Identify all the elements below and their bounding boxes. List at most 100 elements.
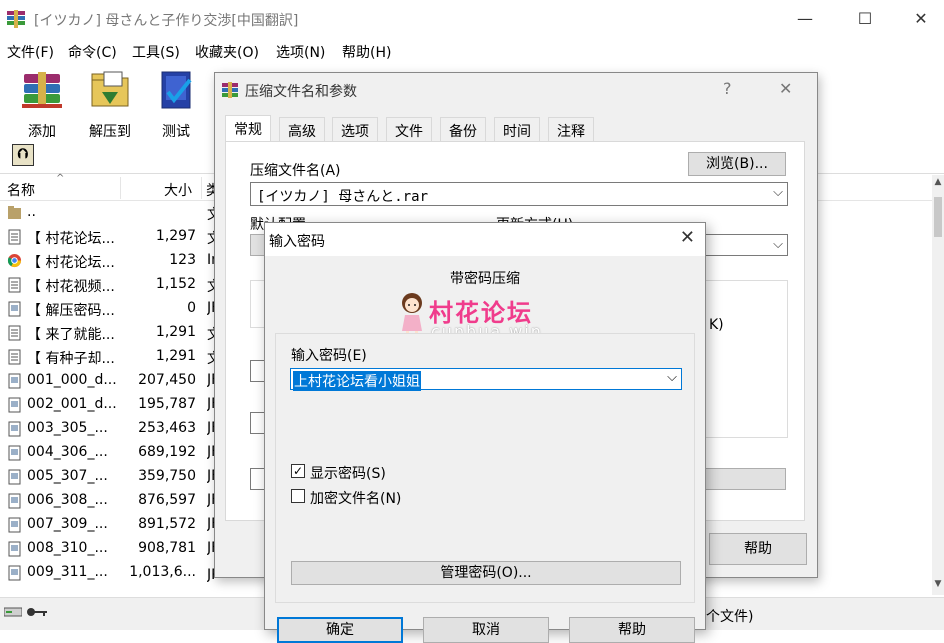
- winrar-app-icon: [222, 82, 238, 98]
- menu-options[interactable]: 选项(N): [276, 42, 325, 62]
- tab-advanced[interactable]: 高级: [279, 117, 325, 141]
- tab-general[interactable]: 常规: [225, 115, 271, 142]
- file-name: 007_309_...: [27, 516, 108, 532]
- file-size: 1,291: [155, 348, 196, 364]
- key-icon: [27, 608, 47, 616]
- password-dialog-close-button[interactable]: ✕: [680, 227, 695, 248]
- menu-help[interactable]: 帮助(H): [342, 42, 391, 62]
- image-file-icon: [7, 469, 22, 485]
- show-password-label[interactable]: 显示密码(S): [310, 463, 386, 483]
- file-size: 195,787: [138, 396, 196, 412]
- checkmark-icon: ✓: [292, 464, 304, 478]
- file-size: 1,291: [155, 324, 196, 340]
- file-size: 1,013,6...: [129, 564, 196, 580]
- show-password-checkbox[interactable]: ✓: [291, 464, 305, 478]
- image-file-icon: [7, 541, 22, 557]
- dialog-close-button[interactable]: ✕: [779, 79, 792, 98]
- file-name: 005_307_...: [27, 468, 108, 484]
- enter-password-dialog: 输入密码 ✕ 带密码压缩 村花论坛 cunhua.win 输入密码(E) 上村花…: [264, 222, 706, 643]
- file-size: 1,297: [155, 228, 196, 244]
- file-name: 【 村花视频...: [27, 279, 115, 295]
- menu-file[interactable]: 文件(F): [7, 42, 54, 62]
- file-size: 689,192: [138, 444, 196, 460]
- test-button[interactable]: 测试: [146, 68, 206, 141]
- winrar-app-icon: [7, 10, 25, 28]
- column-size[interactable]: 大小: [164, 180, 192, 200]
- help-question-button[interactable]: ?: [723, 79, 732, 98]
- options-right-text: K): [709, 317, 724, 333]
- scroll-thumb[interactable]: [934, 197, 942, 237]
- tab-backup[interactable]: 备份: [440, 117, 486, 141]
- menu-command[interactable]: 命令(C): [68, 42, 117, 62]
- help-button[interactable]: 帮助: [569, 617, 695, 643]
- file-name: ..: [27, 204, 36, 220]
- scroll-up-arrow-icon[interactable]: ▲: [932, 177, 944, 187]
- file-size: 1,152: [155, 276, 196, 292]
- document-icon: [7, 277, 22, 293]
- tab-time[interactable]: 时间: [494, 117, 540, 141]
- chevron-down-icon[interactable]: ⌵: [667, 370, 677, 385]
- menu-tools[interactable]: 工具(S): [132, 42, 180, 62]
- image-file-icon: [7, 517, 22, 533]
- file-name: 008_310_...: [27, 540, 108, 556]
- file-name: 【 来了就能...: [27, 327, 115, 343]
- password-value: 上村花论坛看小姐姐: [293, 371, 421, 391]
- file-name: 009_311_...: [27, 564, 108, 580]
- file-name: 003_305_...: [27, 420, 108, 436]
- ok-button[interactable]: 确定: [277, 617, 403, 643]
- chrome-icon: [7, 253, 22, 269]
- close-button[interactable]: ✕: [898, 0, 944, 38]
- extract-to-button[interactable]: 解压到: [80, 68, 140, 141]
- document-icon: [7, 325, 22, 341]
- dialog-title: 压缩文件名和参数: [245, 84, 357, 100]
- encrypt-file-names-label[interactable]: 加密文件名(N): [310, 488, 401, 508]
- scroll-down-arrow-icon[interactable]: ▼: [932, 579, 944, 589]
- image-file-icon: [7, 421, 22, 437]
- folder-up-icon: [7, 205, 22, 221]
- status-text: 个文件): [706, 609, 754, 625]
- chevron-down-icon[interactable]: ⌵: [773, 185, 783, 200]
- password-dialog-subtitle: 带密码压缩: [450, 271, 520, 287]
- add-button[interactable]: 添加: [12, 68, 72, 141]
- file-name: 【 有种子却...: [27, 351, 115, 367]
- extract-folder-icon: [91, 71, 129, 107]
- tab-comment[interactable]: 注释: [548, 117, 594, 141]
- menu-favorites[interactable]: 收藏夹(O): [195, 42, 259, 62]
- image-file-icon: [7, 565, 22, 581]
- manage-passwords-button[interactable]: 管理密码(O)...: [291, 561, 681, 585]
- file-name: 【 村花论坛...: [27, 231, 115, 247]
- tab-options[interactable]: 选项: [332, 117, 378, 141]
- file-name: 【 解压密码...: [27, 303, 115, 319]
- cancel-button[interactable]: 取消: [423, 617, 549, 643]
- encrypt-file-names-checkbox[interactable]: [291, 489, 305, 503]
- file-name: 006_308_...: [27, 492, 108, 508]
- column-divider[interactable]: [120, 177, 121, 199]
- file-size: 359,750: [138, 468, 196, 484]
- chevron-down-icon[interactable]: ⌵: [773, 237, 783, 252]
- add-label: 添加: [28, 124, 56, 140]
- archive-name-combo[interactable]: [イツカノ] 母さんと.rar ⌵: [250, 182, 788, 206]
- archive-help-button[interactable]: 帮助: [709, 533, 807, 565]
- image-file-icon: [7, 493, 22, 509]
- title-bar: [イツカノ] 母さんと子作り交渉[中国翻訳] — ☐ ✕: [0, 0, 944, 38]
- file-name: 004_306_...: [27, 444, 108, 460]
- password-dialog-title: 输入密码: [269, 234, 325, 250]
- test-label: 测试: [162, 124, 190, 140]
- vertical-scrollbar[interactable]: ▲ ▼: [932, 175, 944, 595]
- password-input[interactable]: 上村花论坛看小姐姐 ⌵: [290, 368, 682, 391]
- tab-files[interactable]: 文件: [386, 117, 432, 141]
- browse-button[interactable]: 浏览(B)...: [688, 152, 786, 176]
- drive-icon: [4, 607, 22, 617]
- window-title: [イツカノ] 母さんと子作り交渉[中国翻訳]: [34, 13, 299, 29]
- file-size: 908,781: [138, 540, 196, 556]
- column-divider[interactable]: [201, 177, 202, 199]
- maximize-button[interactable]: ☐: [842, 0, 888, 38]
- image-file-icon: [7, 445, 22, 461]
- up-arrow-icon: ⮉: [17, 146, 29, 162]
- up-folder-button[interactable]: ⮉: [12, 144, 34, 166]
- password-dialog-titlebar: 输入密码 ✕: [265, 223, 705, 256]
- minimize-button[interactable]: —: [782, 0, 828, 38]
- column-name[interactable]: 名称: [7, 180, 35, 200]
- test-archive-icon: [161, 71, 192, 109]
- image-file-icon: [7, 397, 22, 413]
